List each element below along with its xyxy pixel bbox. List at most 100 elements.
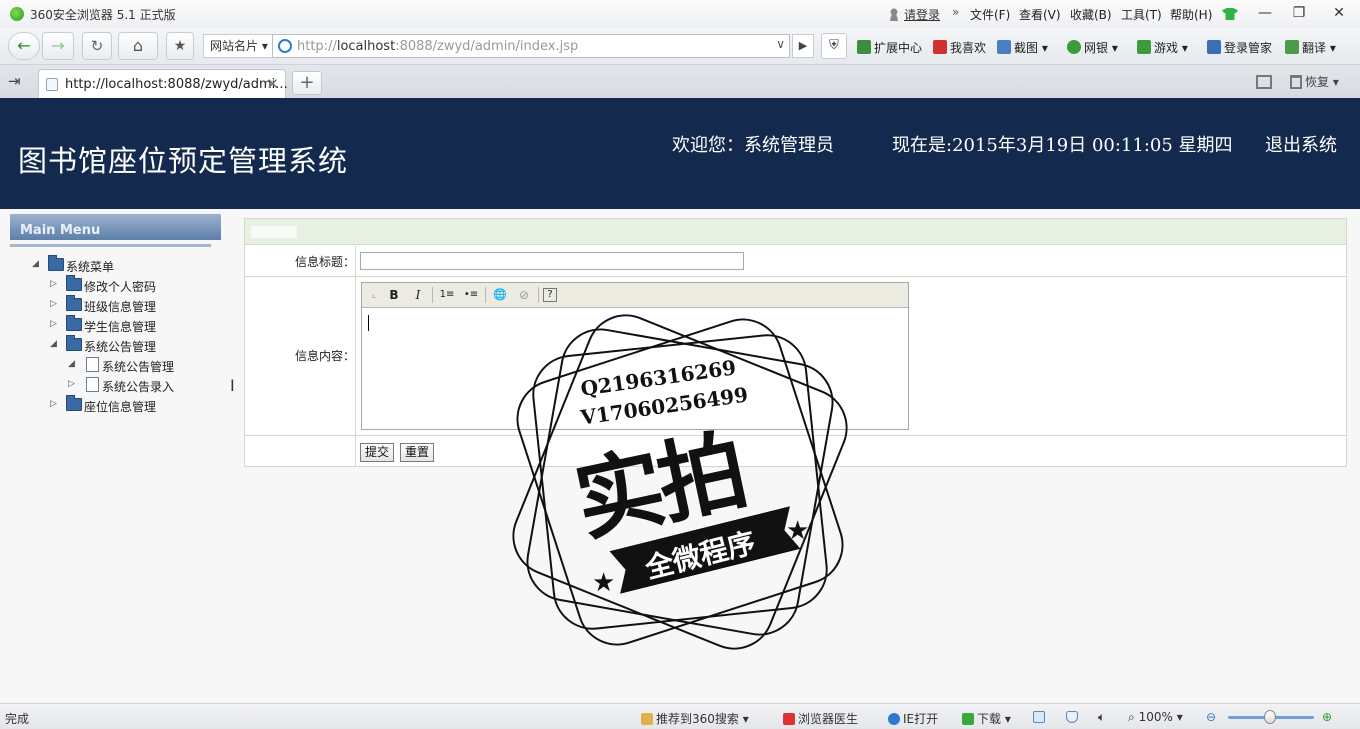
menu-favorites[interactable]: 收藏(B) (1070, 6, 1112, 23)
recommend-search-button[interactable]: 推荐到360搜索 ▾ (641, 710, 749, 727)
zoom-in-button[interactable]: ⊕ (1322, 710, 1332, 724)
tab-list-icon[interactable] (1256, 75, 1272, 89)
close-button[interactable]: ✕ (1322, 2, 1356, 24)
chevron-down-icon[interactable]: ∨ (776, 37, 785, 51)
collapsed-arrow-icon[interactable]: ▷ (50, 319, 60, 329)
favorites-like-label: 我喜欢 (950, 41, 987, 55)
zoom-out-button[interactable]: ⊖ (1206, 710, 1216, 724)
expanded-arrow-icon[interactable]: ◢ (68, 359, 78, 369)
unlink-button[interactable]: ⊘ (514, 286, 534, 304)
menu-view[interactable]: 查看(V) (1019, 6, 1061, 23)
logout-link[interactable]: 退出系统 (1265, 131, 1337, 157)
security-shield-button[interactable]: ⛨ (821, 33, 847, 59)
ie-icon (888, 713, 900, 725)
menu-separator-icon: » (952, 5, 960, 19)
tree-item[interactable]: ▷ 修改个人密码 (50, 275, 240, 295)
home-button[interactable]: ⌂ (118, 32, 158, 60)
expanded-arrow-icon[interactable]: ◢ (50, 339, 60, 349)
tree-item[interactable]: ▷ 座位信息管理 (50, 395, 240, 415)
maximize-button[interactable]: ❐ (1282, 2, 1316, 24)
status-bar: 完成 推荐到360搜索 ▾ 浏览器医生 IE打开 下载 ▾ 🔈︎ ⌕ 100% … (0, 703, 1360, 729)
ie-open-button[interactable]: IE打开 (888, 710, 938, 727)
close-icon[interactable]: ✕ (266, 75, 279, 93)
zoom-dropdown[interactable]: ⌕ 100% ▾ (1128, 710, 1183, 725)
stamp-sub-text: 全微程序 (642, 525, 759, 586)
tree-item[interactable]: ▷ 学生信息管理 (50, 315, 240, 335)
download-button[interactable]: 下载 ▾ (962, 710, 1011, 727)
menu-tools[interactable]: 工具(T) (1121, 6, 1162, 23)
collapsed-arrow-icon[interactable]: ▷ (50, 399, 60, 409)
bank-button[interactable]: 网银 ▾ (1067, 39, 1118, 56)
divider (245, 276, 1346, 277)
collapsed-arrow-icon[interactable]: ▷ (50, 279, 60, 289)
collapsed-arrow-icon[interactable]: ▷ (68, 379, 78, 389)
menu-help[interactable]: 帮助(H) (1170, 6, 1212, 23)
menu-file[interactable]: 文件(F) (970, 6, 1010, 23)
minimize-button[interactable]: — (1248, 2, 1282, 24)
window-icon (1033, 711, 1045, 723)
folder-icon (48, 255, 64, 271)
tab-active[interactable]: http://localhost:8088/zwyd/admi... ✕ (38, 69, 288, 98)
gamepad-icon (1137, 40, 1151, 54)
title-input[interactable] (360, 252, 744, 270)
favorites-like-button[interactable]: 我喜欢 (933, 39, 986, 56)
tree-item[interactable]: ◢ 系统公告管理 (50, 335, 240, 355)
address-bar[interactable]: http://localhost:8088/zwyd/admin/index.j… (272, 34, 790, 58)
italic-button[interactable]: I (408, 286, 428, 304)
ordered-list-button[interactable]: 1≡ (437, 286, 457, 304)
go-button[interactable]: ▶ (792, 34, 814, 58)
datetime-text: 现在是:2015年3月19日 00:11:05 星期四 (892, 135, 1233, 156)
tree-item[interactable]: ◢ 系统菜单 (32, 255, 222, 275)
collapsed-arrow-icon[interactable]: ▷ (50, 299, 60, 309)
browser-doctor-label: 浏览器医生 (798, 712, 859, 726)
back-button[interactable]: ← (8, 32, 40, 60)
tab-bar: ⇥ http://localhost:8088/zwyd/admi... ✕ +… (0, 65, 1360, 98)
screenshot-button[interactable]: 截图 ▾ (997, 39, 1048, 56)
browser-doctor-button[interactable]: 浏览器医生 (783, 710, 858, 727)
expanded-arrow-icon[interactable]: ◢ (32, 259, 42, 269)
tree-item-label: 系统公告管理 (102, 360, 175, 374)
login-manager-button[interactable]: 登录管家 (1207, 39, 1272, 56)
reset-button[interactable]: 重置 (400, 443, 435, 462)
extension-center-button[interactable]: 扩展中心 (857, 39, 922, 56)
play-icon: ▶ (798, 39, 808, 52)
skin-shirt-icon[interactable] (1222, 8, 1238, 20)
submit-button[interactable]: 提交 (360, 443, 395, 462)
new-tab-button[interactable]: + (292, 71, 322, 95)
folder-icon (66, 295, 82, 311)
stamp-ribbon (609, 506, 800, 594)
refresh-button[interactable]: ↻ (82, 32, 112, 60)
folder-icon (66, 395, 82, 411)
extension-center-label: 扩展中心 (874, 41, 923, 55)
bold-button[interactable]: B (384, 286, 404, 304)
translate-label: 翻译 (1302, 41, 1327, 55)
address-text[interactable]: http://localhost:8088/zwyd/admin/index.j… (297, 39, 578, 54)
games-button[interactable]: 游戏 ▾ (1137, 39, 1188, 56)
help-button[interactable]: ? (543, 288, 557, 302)
download-arrow-icon (962, 713, 974, 725)
tree-item[interactable]: ▷ 班级信息管理 (50, 295, 240, 315)
login-manager-label: 登录管家 (1224, 41, 1273, 55)
forward-button[interactable]: → (42, 32, 74, 60)
favorite-button[interactable]: ★ (166, 32, 194, 60)
star-icon: ★ (786, 516, 810, 546)
translate-button[interactable]: 翻译 ▾ (1285, 39, 1336, 56)
link-button[interactable]: 🌐 (490, 286, 510, 304)
site-card-dropdown[interactable]: 网站名片 ▾ (203, 34, 275, 58)
sidebar-toggle-icon[interactable]: ⇥ (8, 72, 21, 90)
document-icon (86, 357, 99, 372)
window-icon[interactable] (1033, 710, 1048, 724)
translate-icon (1285, 40, 1299, 54)
magnifier-icon: ⌕ (1128, 710, 1135, 724)
rich-text-editor[interactable]: ⌞ B I 1≡ •≡ 🌐 ⊘ ? (361, 282, 909, 430)
login-link[interactable]: 请登录 (888, 6, 940, 23)
restore-button[interactable]: 恢复 ▾ (1290, 73, 1339, 90)
unordered-list-button[interactable]: •≡ (461, 286, 481, 304)
zoom-slider-handle[interactable] (1264, 710, 1276, 724)
speaker-button[interactable]: 🔈︎ (1098, 710, 1105, 725)
shield-status-icon[interactable] (1066, 710, 1081, 724)
login-link-label: 请登录 (904, 8, 941, 22)
tree-item[interactable]: ◢ 系统公告管理 (68, 357, 258, 375)
refresh-icon: ↻ (90, 37, 104, 55)
restore-label: 恢复 (1305, 75, 1330, 89)
